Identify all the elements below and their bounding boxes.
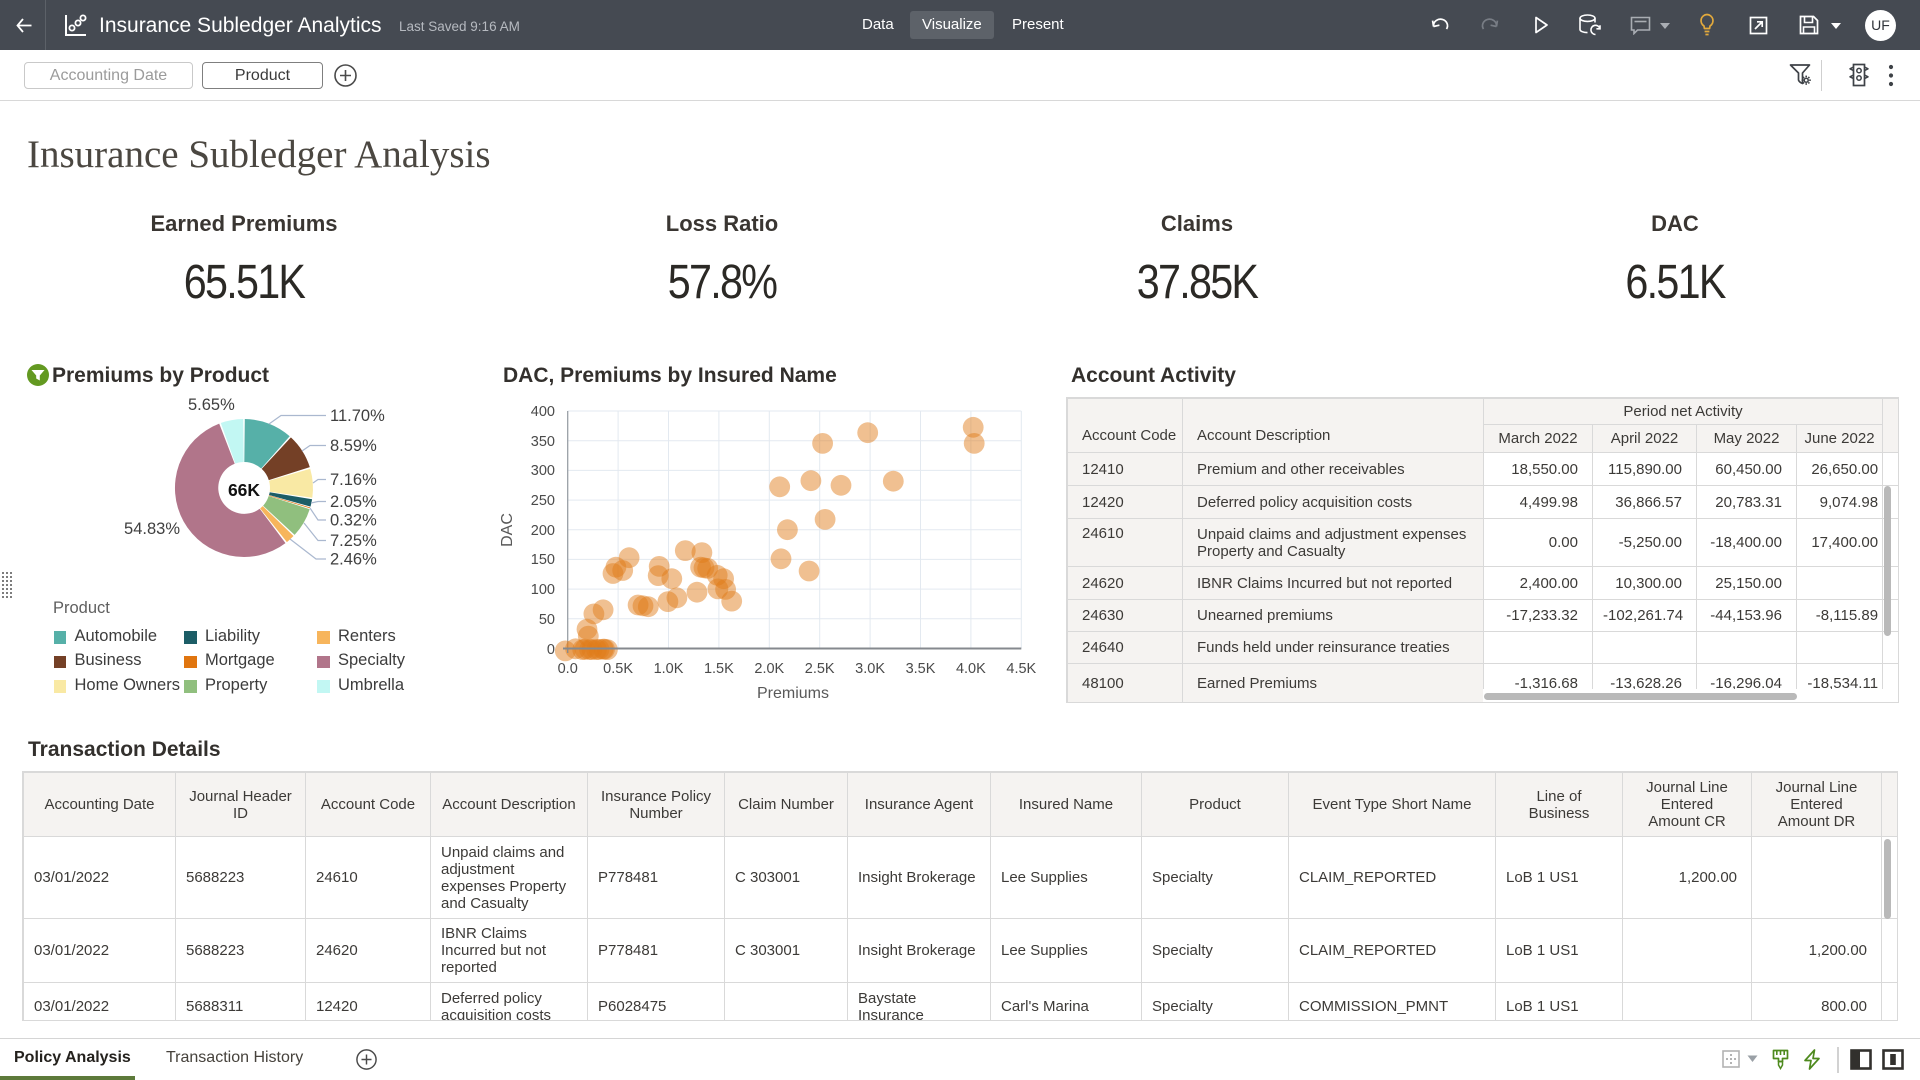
svg-text:0.0: 0.0 — [558, 661, 578, 677]
svg-text:0.32%: 0.32% — [330, 512, 377, 530]
svg-text:4.5K: 4.5K — [1006, 661, 1036, 677]
svg-text:54.83%: 54.83% — [124, 520, 180, 538]
svg-text:2.5K: 2.5K — [805, 661, 835, 677]
svg-text:1.0K: 1.0K — [654, 661, 684, 677]
svg-text:400: 400 — [531, 404, 555, 420]
svg-text:4.0K: 4.0K — [956, 661, 986, 677]
svg-text:1.5K: 1.5K — [704, 661, 734, 677]
svg-text:350: 350 — [531, 434, 555, 450]
svg-text:7.16%: 7.16% — [330, 471, 377, 489]
svg-text:8.59%: 8.59% — [330, 437, 377, 455]
svg-text:Premiums: Premiums — [757, 685, 829, 702]
svg-text:3.5K: 3.5K — [906, 661, 936, 677]
svg-text:50: 50 — [539, 612, 555, 628]
svg-text:7.25%: 7.25% — [330, 532, 377, 550]
svg-text:2.46%: 2.46% — [330, 551, 377, 569]
svg-text:0: 0 — [547, 642, 555, 658]
svg-text:66K: 66K — [228, 480, 260, 500]
svg-text:3.0K: 3.0K — [855, 661, 885, 677]
svg-text:150: 150 — [531, 552, 555, 568]
svg-text:5.65%: 5.65% — [188, 396, 235, 414]
svg-text:0.5K: 0.5K — [603, 661, 633, 677]
svg-text:300: 300 — [531, 463, 555, 479]
svg-text:200: 200 — [531, 523, 555, 539]
svg-text:250: 250 — [531, 493, 555, 509]
svg-text:2.05%: 2.05% — [330, 493, 377, 511]
svg-text:100: 100 — [531, 582, 555, 598]
svg-text:2.0K: 2.0K — [754, 661, 784, 677]
svg-text:DAC: DAC — [499, 513, 516, 547]
svg-text:11.70%: 11.70% — [330, 407, 385, 425]
